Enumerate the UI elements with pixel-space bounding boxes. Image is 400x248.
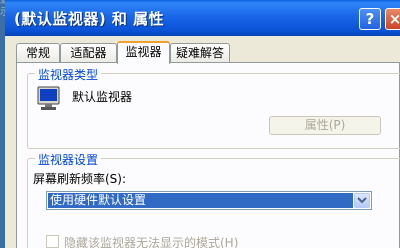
monitor-name: 默认监视器 (72, 90, 133, 104)
tab-strip: 常规 适配器 监视器 疑难解答 (16, 41, 396, 64)
monitor-settings-group: 监视器设置 屏幕刷新频率(S): 使用硬件默认设置 隐藏该监视器无法显示的模式(… (27, 151, 400, 248)
close-icon: × (388, 10, 400, 28)
monitor-type-legend: 监视器类型 (35, 66, 102, 83)
dropdown-button[interactable] (354, 193, 370, 208)
properties-button[interactable]: 属性(P) (269, 116, 381, 135)
title-bar[interactable]: (默认监视器) 和 属性 ? × (5, 0, 400, 36)
hide-modes-checkbox[interactable] (46, 235, 59, 248)
help-button[interactable]: ? (359, 8, 381, 30)
tab-troubleshoot[interactable]: 疑难解答 (170, 43, 230, 62)
properties-dialog: (默认监视器) 和 属性 ? × 常规 适配器 监视器 疑难解答 监视器类型 默… (5, 0, 400, 248)
hide-modes-label: 隐藏该监视器无法显示的模式(H) (64, 236, 239, 248)
tab-adapter[interactable]: 适配器 (60, 43, 117, 62)
tab-panel-monitor: 监视器类型 默认监视器 属性(P) 监视器设置 屏幕刷新频率(S): 使用硬件默… (16, 62, 400, 248)
close-button[interactable]: × (385, 8, 400, 30)
window-title: (默认监视器) 和 属性 (14, 10, 165, 28)
refresh-rate-value: 使用硬件默认设置 (48, 193, 353, 208)
monitor-settings-legend: 监视器设置 (35, 151, 102, 168)
monitor-icon (37, 86, 60, 110)
monitor-type-group: 监视器类型 默认监视器 属性(P) (27, 66, 400, 149)
help-icon: ? (365, 10, 375, 28)
tab-monitor[interactable]: 监视器 (117, 41, 170, 64)
refresh-rate-label: 屏幕刷新频率(S): (33, 172, 127, 186)
chevron-down-icon (357, 197, 367, 204)
refresh-rate-select[interactable]: 使用硬件默认设置 (46, 191, 372, 210)
tab-general[interactable]: 常规 (16, 43, 60, 62)
